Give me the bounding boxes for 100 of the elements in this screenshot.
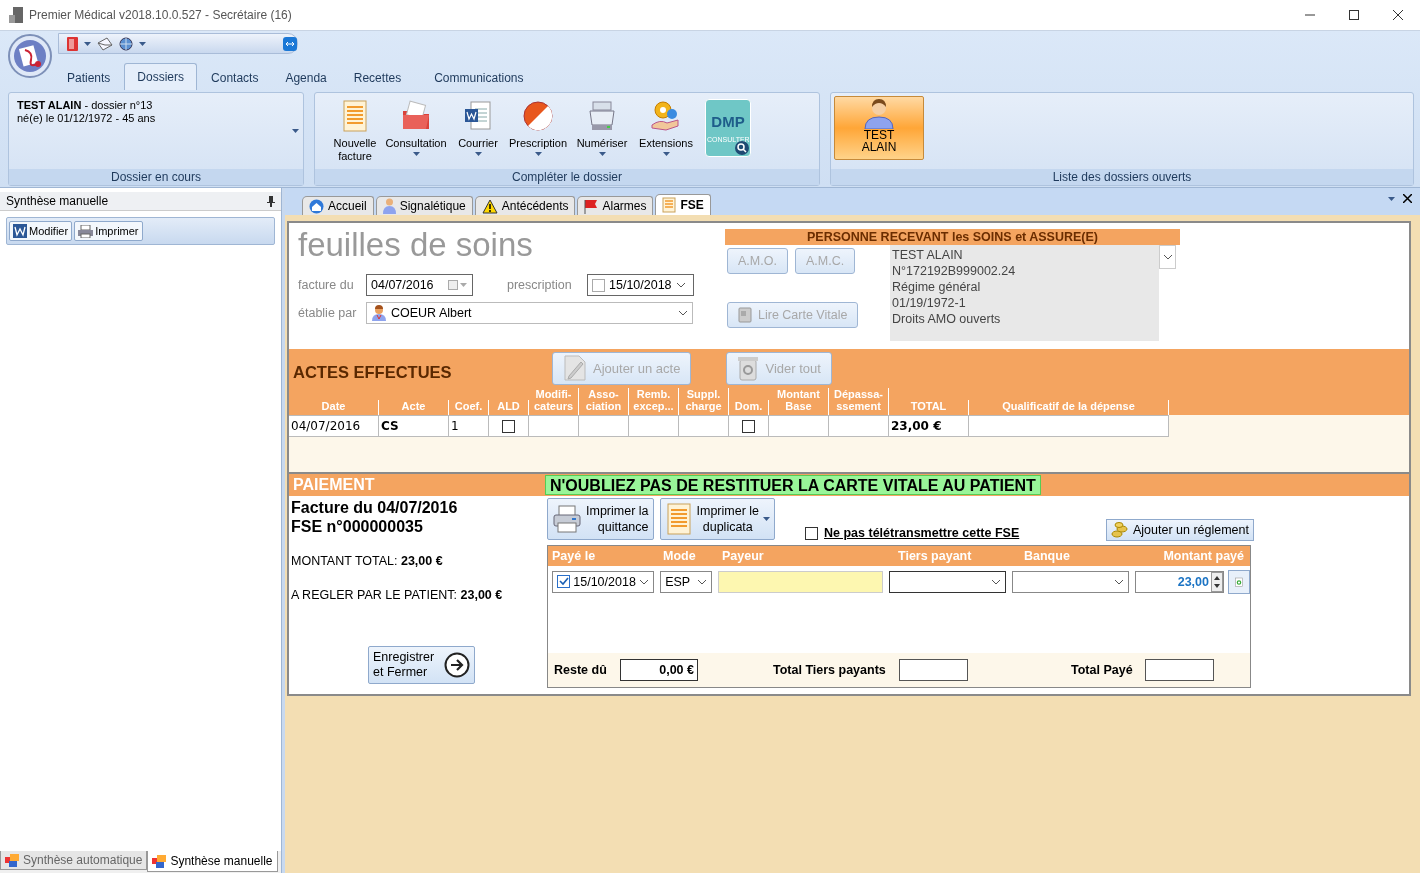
panel-tab[interactable]: Synthèse automatique — [0, 851, 148, 870]
column-header: Banque — [1024, 549, 1071, 563]
coins-icon — [1110, 522, 1129, 538]
document-tab[interactable]: Accueil — [302, 196, 374, 215]
caret-icon — [1388, 196, 1395, 201]
person-icon — [861, 99, 897, 129]
toolbar-button[interactable]: Imprimer — [74, 221, 143, 241]
document-icon — [662, 197, 677, 213]
checkbox[interactable] — [805, 526, 819, 540]
doctor-select[interactable]: COEUR Albert — [366, 302, 693, 324]
column-header: Montant payé — [1162, 549, 1244, 563]
third-party-total-field — [899, 659, 968, 681]
amount-field[interactable]: 23,00 — [1134, 570, 1224, 593]
save-close-button[interactable]: Enregistrer et Fermer — [368, 646, 475, 684]
select-field[interactable] — [1011, 570, 1129, 593]
checkbox[interactable] — [502, 419, 515, 433]
current-file-info: TEST ALAIN - dossier n°13 né(e) le 01/12/1972 - 45 ans — [16, 98, 157, 126]
globe-icon[interactable] — [119, 36, 133, 51]
arrow-right-icon — [444, 652, 470, 678]
book-icon[interactable] — [67, 36, 78, 51]
column-header: Payé le — [552, 549, 597, 563]
ribbon-tab[interactable]: Recettes — [340, 64, 415, 90]
envelope-icon[interactable] — [97, 36, 113, 51]
fse-number: FSE n°000000035 — [291, 517, 424, 536]
remote-icon[interactable] — [283, 36, 297, 51]
window-icon — [152, 854, 167, 868]
checkbox[interactable] — [592, 278, 605, 292]
select-field[interactable]: ESP — [660, 570, 712, 593]
ribbon-tab[interactable]: Patients — [54, 64, 124, 90]
home-icon — [309, 198, 324, 214]
chevron-down-icon — [675, 282, 686, 288]
remaining-amount: 0,00 € — [620, 659, 698, 681]
chevron-down-icon — [1113, 578, 1124, 585]
ribbon-button[interactable]: Courrier — [451, 97, 505, 165]
toolbar-button[interactable]: Modifier — [9, 221, 73, 241]
field-label: Reste dû — [554, 663, 608, 677]
pin-icon[interactable] — [267, 195, 275, 207]
open-file-button[interactable]: TEST ALAIN — [834, 96, 924, 160]
paid-total-field — [1145, 659, 1214, 681]
table-cell: 04/07/2016 — [289, 416, 379, 436]
pencil-icon — [563, 354, 587, 382]
checkbox[interactable] — [742, 419, 755, 433]
ribbon-tab[interactable]: Communications — [421, 64, 537, 90]
ribbon-button[interactable]: Consultation — [381, 97, 451, 165]
select-field[interactable] — [889, 570, 1006, 593]
window-title: Premier Médical v2018.10.0.527 - Secrétaire (16) — [29, 8, 293, 22]
group-caption: Liste des dossiers ouverts — [831, 169, 1413, 185]
ribbon-button[interactable]: Extensions — [633, 97, 699, 165]
chevron-down-icon — [1162, 254, 1173, 260]
caret-icon — [139, 41, 146, 46]
search-icon — [735, 141, 749, 155]
person-icon — [382, 198, 396, 214]
close-icon[interactable] — [1393, 10, 1403, 20]
print-receipt-button[interactable]: Imprimer la quittance — [547, 498, 654, 540]
field-label: Total Tiers payants — [773, 663, 887, 677]
date-field[interactable]: 15/10/2018 — [552, 570, 655, 593]
checkbox[interactable] — [557, 575, 570, 588]
document-tab[interactable]: Alarmes — [577, 196, 654, 215]
table-cell: 23,00 € — [889, 416, 969, 436]
warning-banner: N'OUBLIEZ PAS DE RESTITUER LA CARTE VITALE AU PATIENT — [545, 475, 1041, 495]
section-heading: ACTES EFFECTUES — [292, 361, 453, 382]
insured-info: TEST ALAIN N°172192B999002.24 Régime général 01/19/1972-1 Droits AMO ouverts — [890, 245, 1159, 341]
window-icon — [5, 853, 19, 867]
ribbon-tab[interactable]: Dossiers — [124, 63, 198, 90]
spinner-icon[interactable] — [1211, 571, 1223, 592]
ribbon-button[interactable]: Nouvelle facture — [329, 97, 381, 165]
date-field[interactable]: 04/07/2016 — [366, 274, 473, 296]
document-tab[interactable]: Signalétique — [375, 196, 473, 215]
column-header: Mode — [663, 549, 697, 563]
add-payment-button[interactable]: Ajouter un réglement — [1105, 519, 1254, 541]
patient-due: A REGLER PAR LE PATIENT: 23,00 € — [291, 588, 504, 602]
close-icon[interactable] — [1403, 194, 1412, 203]
form-title: feuilles de soins — [298, 227, 534, 265]
panel-title: Synthèse manuelle — [6, 194, 109, 208]
chevron-down-icon — [990, 578, 1001, 585]
chevron-down-icon — [639, 578, 650, 585]
word-icon — [13, 224, 27, 238]
maximize-icon[interactable] — [1349, 10, 1359, 20]
doctor-icon — [371, 305, 387, 321]
app-icon — [9, 7, 23, 23]
section-heading: PAIEMENT — [292, 476, 376, 494]
field-label: Total Payé — [1071, 663, 1134, 677]
caret-icon — [84, 41, 91, 46]
date-field[interactable]: 15/10/2018 — [587, 274, 694, 296]
checkbox-label[interactable]: Ne pas télétransmettre cette FSE — [805, 526, 1020, 540]
card-icon — [738, 307, 752, 323]
chevron-down-icon — [678, 310, 688, 316]
pill-icon — [521, 99, 555, 133]
ribbon-tab[interactable]: Contacts — [198, 64, 272, 90]
print-duplicate-button[interactable]: Imprimer le duplicata — [659, 498, 776, 540]
flag-icon — [584, 198, 599, 214]
ribbon-button[interactable]: Numériser — [571, 97, 633, 165]
input-field[interactable] — [717, 570, 884, 593]
table-cell: CS — [379, 416, 449, 436]
panel-tab[interactable]: Synthèse manuelle — [147, 851, 278, 872]
ribbon-tab[interactable]: Agenda — [272, 64, 340, 90]
ribbon-button[interactable]: Prescription — [505, 97, 571, 165]
document-tab[interactable]: Antécédents — [474, 196, 576, 215]
document-tab[interactable]: FSE — [655, 194, 711, 215]
app-menu-icon[interactable] — [8, 34, 52, 78]
